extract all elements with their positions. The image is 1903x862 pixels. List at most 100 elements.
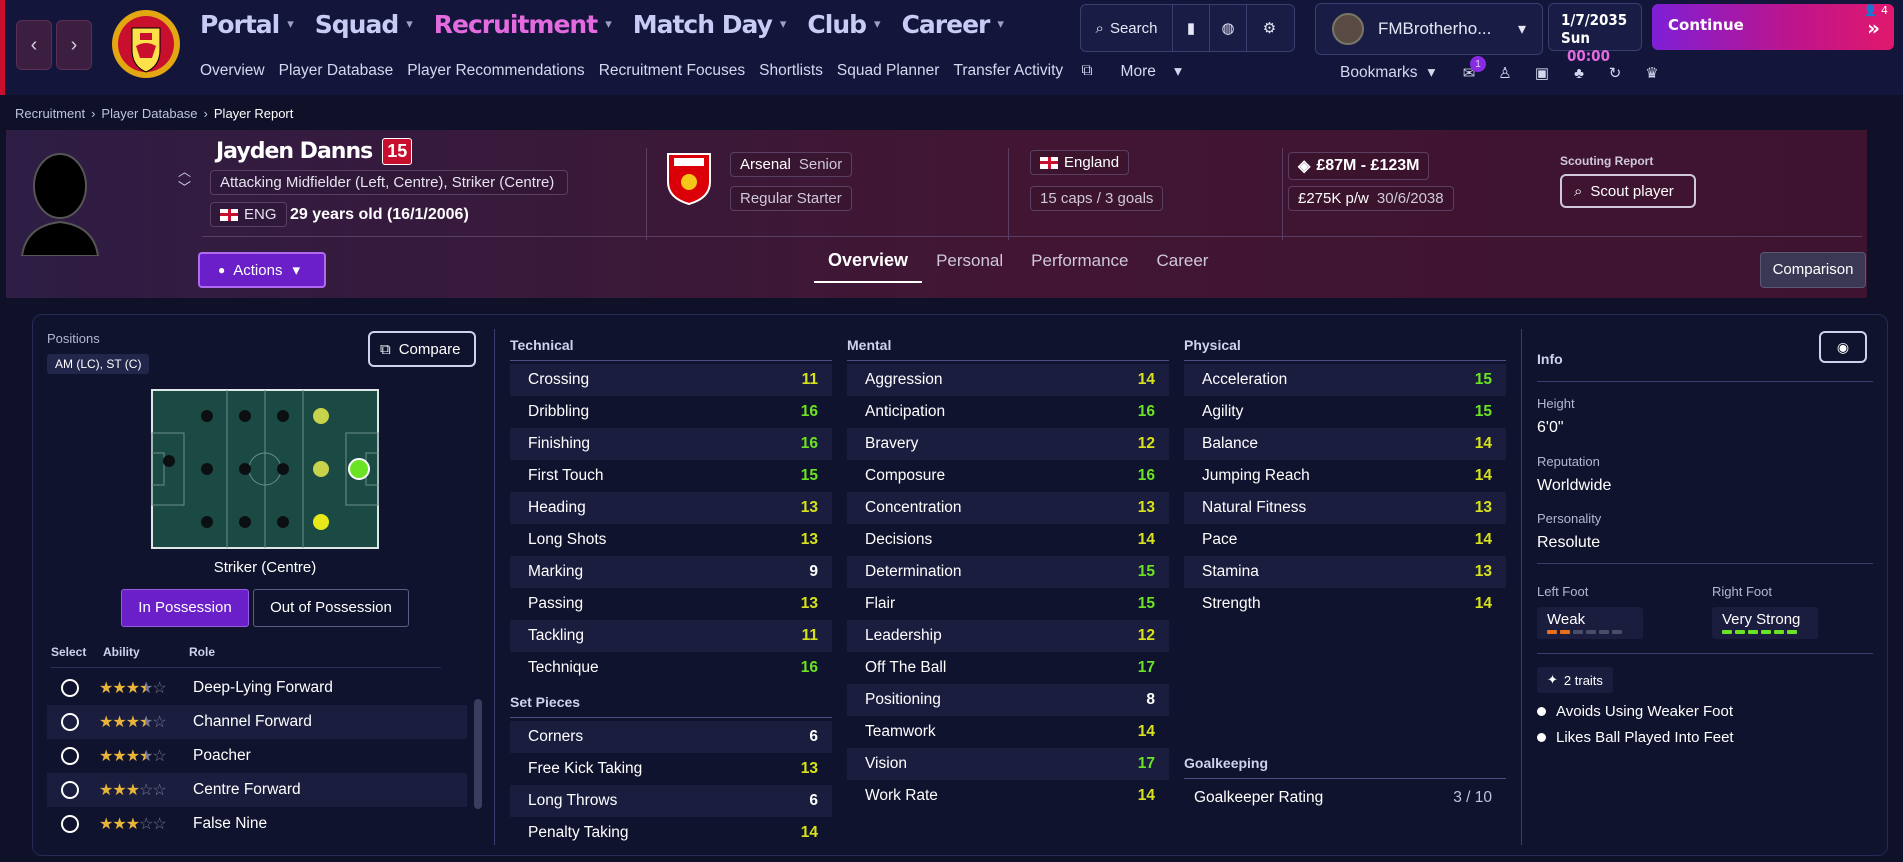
mental-attribute-row[interactable]: Bravery 12 bbox=[847, 428, 1169, 460]
tab-personal[interactable]: Personal bbox=[922, 251, 1017, 283]
refresh-icon[interactable]: ↻ bbox=[1604, 62, 1626, 84]
compare-button[interactable]: ⧉ Compare bbox=[368, 331, 476, 367]
mental-attribute-row[interactable]: Decisions 14 bbox=[847, 524, 1169, 556]
technical-attribute-row[interactable]: Crossing 11 bbox=[510, 364, 832, 396]
subnav-overview[interactable]: Overview bbox=[200, 62, 265, 81]
info-settings-button[interactable]: ◉ bbox=[1819, 331, 1867, 363]
bookmark-button[interactable]: ▮ bbox=[1173, 5, 1210, 51]
mental-attribute-row[interactable]: Positioning 8 bbox=[847, 684, 1169, 716]
actions-button[interactable]: ● Actions ▾ bbox=[198, 252, 326, 288]
role-row[interactable]: ★★★☆☆ False Nine bbox=[47, 807, 467, 841]
player-switcher[interactable]: ︿ ﹀ bbox=[178, 164, 191, 196]
mental-attribute-row[interactable]: Concentration 13 bbox=[847, 492, 1169, 524]
technical-attribute-row[interactable]: Heading 13 bbox=[510, 492, 832, 524]
technical-attribute-row[interactable]: Finishing 16 bbox=[510, 428, 832, 460]
technical-attribute-row[interactable]: Marking 9 bbox=[510, 556, 832, 588]
physical-attribute-row[interactable]: Agility 15 bbox=[1184, 396, 1506, 428]
back-button[interactable]: ‹ bbox=[16, 20, 52, 70]
set-piece-attribute-row[interactable]: Free Kick Taking 13 bbox=[510, 753, 832, 785]
attribute-value: 15 bbox=[1474, 403, 1492, 420]
inbox-icon[interactable]: ✉ 1 bbox=[1458, 56, 1486, 84]
nav-club[interactable]: Club ▾ bbox=[807, 10, 880, 39]
subnav-recruitment-focuses[interactable]: Recruitment Focuses bbox=[599, 62, 745, 81]
role-radio[interactable] bbox=[61, 713, 79, 731]
role-row[interactable]: ★★★★☆ Deep-Lying Forward bbox=[47, 671, 467, 705]
forward-button[interactable]: › bbox=[56, 20, 92, 70]
search-button[interactable]: ⌕ Search bbox=[1081, 5, 1173, 51]
nation-badge[interactable]: England bbox=[1030, 150, 1130, 175]
trophy-icon[interactable]: ♛ bbox=[1641, 62, 1663, 84]
mental-attribute-row[interactable]: Composure 16 bbox=[847, 460, 1169, 492]
set-piece-attribute-row[interactable]: Penalty Taking 14 bbox=[510, 817, 832, 849]
tab-career[interactable]: Career bbox=[1143, 251, 1223, 283]
out-of-possession-tab[interactable]: Out of Possession bbox=[253, 589, 409, 627]
nav-match-day[interactable]: Match Day ▾ bbox=[633, 10, 787, 39]
tab-overview[interactable]: Overview bbox=[814, 250, 923, 283]
subnav-player-database[interactable]: Player Database bbox=[279, 62, 394, 81]
technical-attribute-row[interactable]: Technique 16 bbox=[510, 652, 832, 684]
subnav-shortlists[interactable]: Shortlists bbox=[759, 62, 823, 81]
role-row[interactable]: ★★★☆☆ Centre Forward bbox=[47, 773, 467, 807]
physical-attribute-row[interactable]: Balance 14 bbox=[1184, 428, 1506, 460]
roles-scrollbar[interactable] bbox=[474, 699, 482, 809]
role-row[interactable]: ★★★★☆ Poacher bbox=[47, 739, 467, 773]
arsenal-crest-logo[interactable] bbox=[666, 152, 712, 206]
chevron-up-icon[interactable]: ︿ bbox=[178, 164, 191, 180]
technical-attribute-row[interactable]: Dribbling 16 bbox=[510, 396, 832, 428]
technical-attribute-row[interactable]: First Touch 15 bbox=[510, 460, 832, 492]
club-crest-logo[interactable] bbox=[110, 6, 182, 84]
physical-attribute-row[interactable]: Stamina 13 bbox=[1184, 556, 1506, 588]
traits-badge[interactable]: ✦ 2 traits bbox=[1537, 667, 1613, 693]
notification-count-badge[interactable]: 👤 4 bbox=[1864, 4, 1888, 17]
bookmarks-dropdown[interactable]: Bookmarks ▾ bbox=[1340, 63, 1435, 82]
positions-title: Positions bbox=[47, 331, 100, 346]
subnav-player-recommendations[interactable]: Player Recommendations bbox=[407, 62, 584, 81]
nav-career[interactable]: Career ▾ bbox=[902, 10, 1004, 39]
set-piece-attribute-row[interactable]: Corners 6 bbox=[510, 721, 832, 753]
squad-icon[interactable]: ▣ bbox=[1531, 62, 1553, 84]
breadcrumb-recruitment[interactable]: Recruitment bbox=[15, 106, 85, 121]
subnav-transfer-activity[interactable]: Transfer Activity ⧉ bbox=[953, 62, 1106, 81]
mental-attribute-row[interactable]: Anticipation 16 bbox=[847, 396, 1169, 428]
set-piece-attribute-row[interactable]: Long Throws 6 bbox=[510, 785, 832, 817]
mental-attribute-row[interactable]: Work Rate 14 bbox=[847, 780, 1169, 812]
scout-player-button[interactable]: ⌕ Scout player bbox=[1560, 174, 1696, 208]
technical-attribute-row[interactable]: Passing 13 bbox=[510, 588, 832, 620]
settings-button[interactable]: ⚙ bbox=[1247, 5, 1292, 51]
tab-performance[interactable]: Performance bbox=[1017, 251, 1142, 283]
mental-attribute-row[interactable]: Off The Ball 17 bbox=[847, 652, 1169, 684]
breadcrumb-player-database[interactable]: Player Database bbox=[101, 106, 197, 121]
chevron-down-icon[interactable]: ﹀ bbox=[178, 180, 191, 196]
mental-attribute-row[interactable]: Vision 17 bbox=[847, 748, 1169, 780]
nav-portal[interactable]: Portal ▾ bbox=[200, 10, 294, 39]
technical-attribute-row[interactable]: Tackling 11 bbox=[510, 620, 832, 652]
shirt-icon[interactable]: ♙ bbox=[1494, 62, 1516, 84]
comparison-button[interactable]: Comparison bbox=[1760, 252, 1866, 288]
subnav-more[interactable]: More ▾ bbox=[1121, 62, 1196, 81]
physical-attribute-row[interactable]: Acceleration 15 bbox=[1184, 364, 1506, 396]
staff-icon[interactable]: ♣ bbox=[1568, 62, 1590, 84]
role-radio[interactable] bbox=[61, 747, 79, 765]
role-radio[interactable] bbox=[61, 679, 79, 697]
physical-attribute-row[interactable]: Jumping Reach 14 bbox=[1184, 460, 1506, 492]
in-possession-tab[interactable]: In Possession bbox=[121, 589, 249, 627]
mental-attribute-row[interactable]: Aggression 14 bbox=[847, 364, 1169, 396]
mental-attribute-row[interactable]: Determination 15 bbox=[847, 556, 1169, 588]
nav-recruitment[interactable]: Recruitment ▾ bbox=[434, 10, 612, 39]
subnav-squad-planner[interactable]: Squad Planner bbox=[837, 62, 940, 81]
user-profile-menu[interactable]: FMBrotherho... ▾ bbox=[1315, 3, 1543, 55]
technical-attribute-row[interactable]: Long Shots 13 bbox=[510, 524, 832, 556]
physical-attribute-row[interactable]: Strength 14 bbox=[1184, 588, 1506, 620]
role-radio[interactable] bbox=[61, 781, 79, 799]
nav-squad[interactable]: Squad ▾ bbox=[315, 10, 413, 39]
continue-button[interactable]: Continue » 👤 4 bbox=[1652, 4, 1894, 50]
role-radio[interactable] bbox=[61, 815, 79, 833]
mental-attribute-row[interactable]: Flair 15 bbox=[847, 588, 1169, 620]
role-row[interactable]: ★★★★☆ Channel Forward bbox=[47, 705, 467, 739]
mental-attribute-row[interactable]: Leadership 12 bbox=[847, 620, 1169, 652]
mental-attribute-row[interactable]: Teamwork 14 bbox=[847, 716, 1169, 748]
scout-button[interactable]: ◍ bbox=[1210, 5, 1247, 51]
club-badge[interactable]: Arsenal Senior bbox=[730, 152, 853, 177]
physical-attribute-row[interactable]: Pace 14 bbox=[1184, 524, 1506, 556]
physical-attribute-row[interactable]: Natural Fitness 13 bbox=[1184, 492, 1506, 524]
